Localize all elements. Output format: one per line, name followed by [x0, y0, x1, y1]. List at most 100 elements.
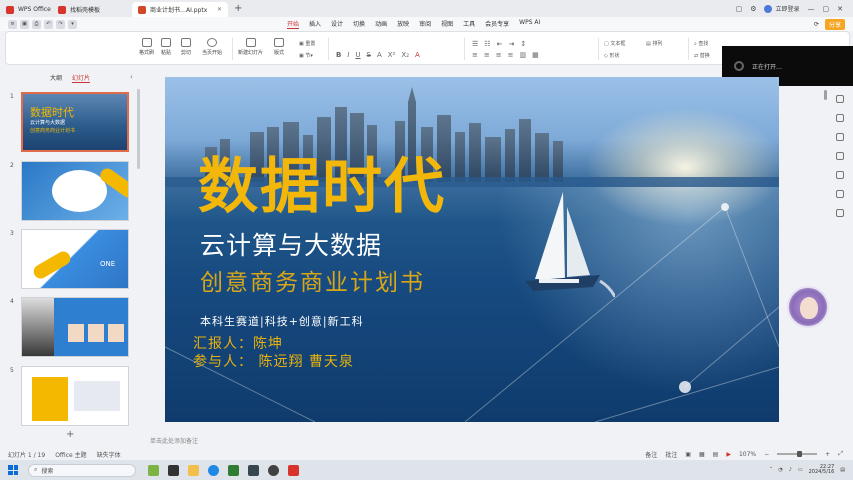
- task-view-icon[interactable]: [168, 464, 179, 476]
- zoom-out-icon[interactable]: −: [764, 451, 769, 458]
- login-button[interactable]: 立即登录: [764, 4, 800, 13]
- number-list-icon[interactable]: ☷: [484, 40, 490, 48]
- menu-tab-tools[interactable]: 工具: [463, 19, 475, 29]
- close-window-icon[interactable]: ✕: [837, 5, 843, 13]
- columns-icon[interactable]: ▦: [532, 51, 539, 59]
- play-slideshow-icon[interactable]: ▶: [726, 451, 731, 458]
- widget-icon[interactable]: [148, 464, 159, 476]
- sorter-view-icon[interactable]: ▦: [699, 451, 705, 458]
- select-icon[interactable]: [836, 95, 844, 103]
- add-slide-icon[interactable]: +: [66, 429, 74, 440]
- menu-tab-animation[interactable]: 动画: [375, 19, 387, 29]
- distribute-icon[interactable]: ▥: [520, 51, 527, 59]
- align-right-icon[interactable]: ≡: [496, 51, 502, 59]
- minimize-icon[interactable]: —: [808, 5, 815, 13]
- textbox-button[interactable]: ▢ 文本框: [604, 40, 625, 47]
- chevron-up-icon[interactable]: ˄: [770, 467, 773, 473]
- menu-tab-transition[interactable]: 切换: [353, 19, 365, 29]
- transition-icon[interactable]: [836, 152, 844, 160]
- taskbar-search-input[interactable]: ⌕ 搜索: [28, 463, 136, 477]
- notes-placeholder[interactable]: 单击此处添加备注: [150, 436, 198, 445]
- align-left-icon[interactable]: ≡: [472, 51, 478, 59]
- menu-tab-design[interactable]: 设计: [331, 19, 343, 29]
- settings-icon[interactable]: ⚙: [750, 5, 756, 13]
- slide-thumbnail-3[interactable]: ONE: [21, 229, 129, 289]
- section-button[interactable]: ▣ 节▾: [299, 52, 313, 59]
- settings-side-icon[interactable]: [836, 209, 844, 217]
- collapse-panel-icon[interactable]: ‹: [130, 73, 133, 81]
- missing-font-button[interactable]: 缺失字体: [97, 450, 121, 459]
- indent-increase-icon[interactable]: ⇥: [508, 40, 514, 48]
- network-icon[interactable]: ◔: [778, 467, 782, 473]
- normal-view-icon[interactable]: ▣: [685, 451, 691, 458]
- layout-button[interactable]: 版式: [274, 38, 284, 56]
- tab-slides[interactable]: 幻灯片: [72, 73, 91, 83]
- share-button[interactable]: 分享: [824, 18, 845, 30]
- more-icon[interactable]: ▾: [68, 19, 77, 29]
- slide-thumbnail-4[interactable]: [21, 297, 129, 357]
- shape-style-icon[interactable]: [836, 114, 844, 122]
- shape-button[interactable]: ◇ 形状: [604, 52, 619, 59]
- system-clock[interactable]: 22:27 2024/5/16: [809, 464, 835, 476]
- menu-file-icon[interactable]: ≡: [8, 19, 17, 29]
- undo-icon[interactable]: ↶: [44, 19, 53, 29]
- window-icon[interactable]: ▢: [736, 5, 743, 13]
- theme-name[interactable]: Office 主题: [55, 450, 86, 459]
- comment-button[interactable]: 批注: [665, 450, 677, 459]
- play-current-button[interactable]: 当页开始: [202, 38, 222, 56]
- font-color-icon[interactable]: A: [415, 51, 420, 59]
- slide-subtitle-2[interactable]: 创意商务商业计划书: [200, 272, 425, 295]
- windows-start-icon[interactable]: [8, 465, 18, 475]
- menu-tab-slideshow[interactable]: 放映: [397, 19, 409, 29]
- new-slide-button[interactable]: 新建幻灯片: [238, 38, 263, 56]
- line-spacing-icon[interactable]: ↕: [520, 40, 526, 48]
- ai-icon[interactable]: [836, 190, 844, 198]
- tab-template[interactable]: 找稻壳模板: [52, 2, 132, 17]
- fit-window-icon[interactable]: ⤢: [838, 450, 843, 458]
- slide-canvas[interactable]: 数据时代 云计算与大数据 创意商务商业计划书 本科生赛道|科技+创意|新工科 汇…: [165, 77, 779, 422]
- reading-view-icon[interactable]: ▤: [713, 451, 719, 458]
- italic-icon[interactable]: I: [347, 51, 349, 59]
- game-icon[interactable]: [228, 464, 239, 476]
- notes-button[interactable]: 备注: [645, 450, 657, 459]
- redo-icon[interactable]: ↷: [56, 19, 65, 29]
- format-painter-button[interactable]: 格式刷: [139, 38, 154, 56]
- underline-icon[interactable]: U: [355, 51, 360, 59]
- edge-browser-icon[interactable]: [208, 464, 219, 476]
- tab-wps-office[interactable]: WPS Office: [0, 2, 52, 17]
- justify-icon[interactable]: ≡: [508, 51, 514, 59]
- bullet-list-icon[interactable]: ☰: [472, 40, 478, 48]
- zoom-level[interactable]: 107%: [739, 451, 756, 458]
- slide-thumbnail-1[interactable]: 数据时代 云计算与大数据 创意商务商业计划书: [21, 92, 129, 152]
- history-icon[interactable]: ⟳: [814, 21, 819, 28]
- menu-tab-member[interactable]: 会员专享: [485, 19, 509, 29]
- zoom-slider[interactable]: [777, 451, 818, 457]
- scrollbar-thumb[interactable]: [824, 90, 827, 100]
- tab-document[interactable]: 商业计划书…AI.pptx ✕: [132, 2, 228, 17]
- assistant-avatar[interactable]: [787, 286, 829, 328]
- superscript-icon[interactable]: X²: [388, 51, 396, 59]
- wps-taskbar-icon[interactable]: [288, 464, 299, 476]
- file-explorer-icon[interactable]: [188, 464, 199, 476]
- arrange-button[interactable]: ▤ 排列: [646, 40, 662, 47]
- battery-icon[interactable]: ▭: [798, 467, 803, 473]
- indent-decrease-icon[interactable]: ⇤: [497, 40, 503, 48]
- notification-icon[interactable]: ▤: [840, 467, 845, 473]
- tab-outline[interactable]: 大纲: [50, 73, 62, 83]
- reset-button[interactable]: ▣ 重置: [299, 40, 315, 47]
- app-icon[interactable]: [248, 464, 259, 476]
- new-tab-icon[interactable]: +: [234, 3, 242, 14]
- slide-thumbnail-2[interactable]: [21, 161, 129, 221]
- picture-icon[interactable]: [836, 171, 844, 179]
- slide-title[interactable]: 数据时代: [198, 157, 446, 217]
- canvas-scrollbar[interactable]: [824, 88, 828, 428]
- menu-tab-wps-ai[interactable]: WPS AI: [519, 19, 540, 29]
- slide-reporter[interactable]: 汇报人：陈坤: [193, 333, 283, 353]
- slide-participants[interactable]: 参与人： 陈远翔 曹天泉: [193, 351, 354, 371]
- align-center-icon[interactable]: ≡: [484, 51, 490, 59]
- menu-tab-home[interactable]: 开始: [287, 19, 300, 29]
- shadow-icon[interactable]: A: [377, 51, 382, 59]
- cut-button[interactable]: 剪切: [181, 38, 191, 56]
- print-icon[interactable]: ⎙: [32, 19, 41, 29]
- maximize-icon[interactable]: ▢: [823, 5, 830, 13]
